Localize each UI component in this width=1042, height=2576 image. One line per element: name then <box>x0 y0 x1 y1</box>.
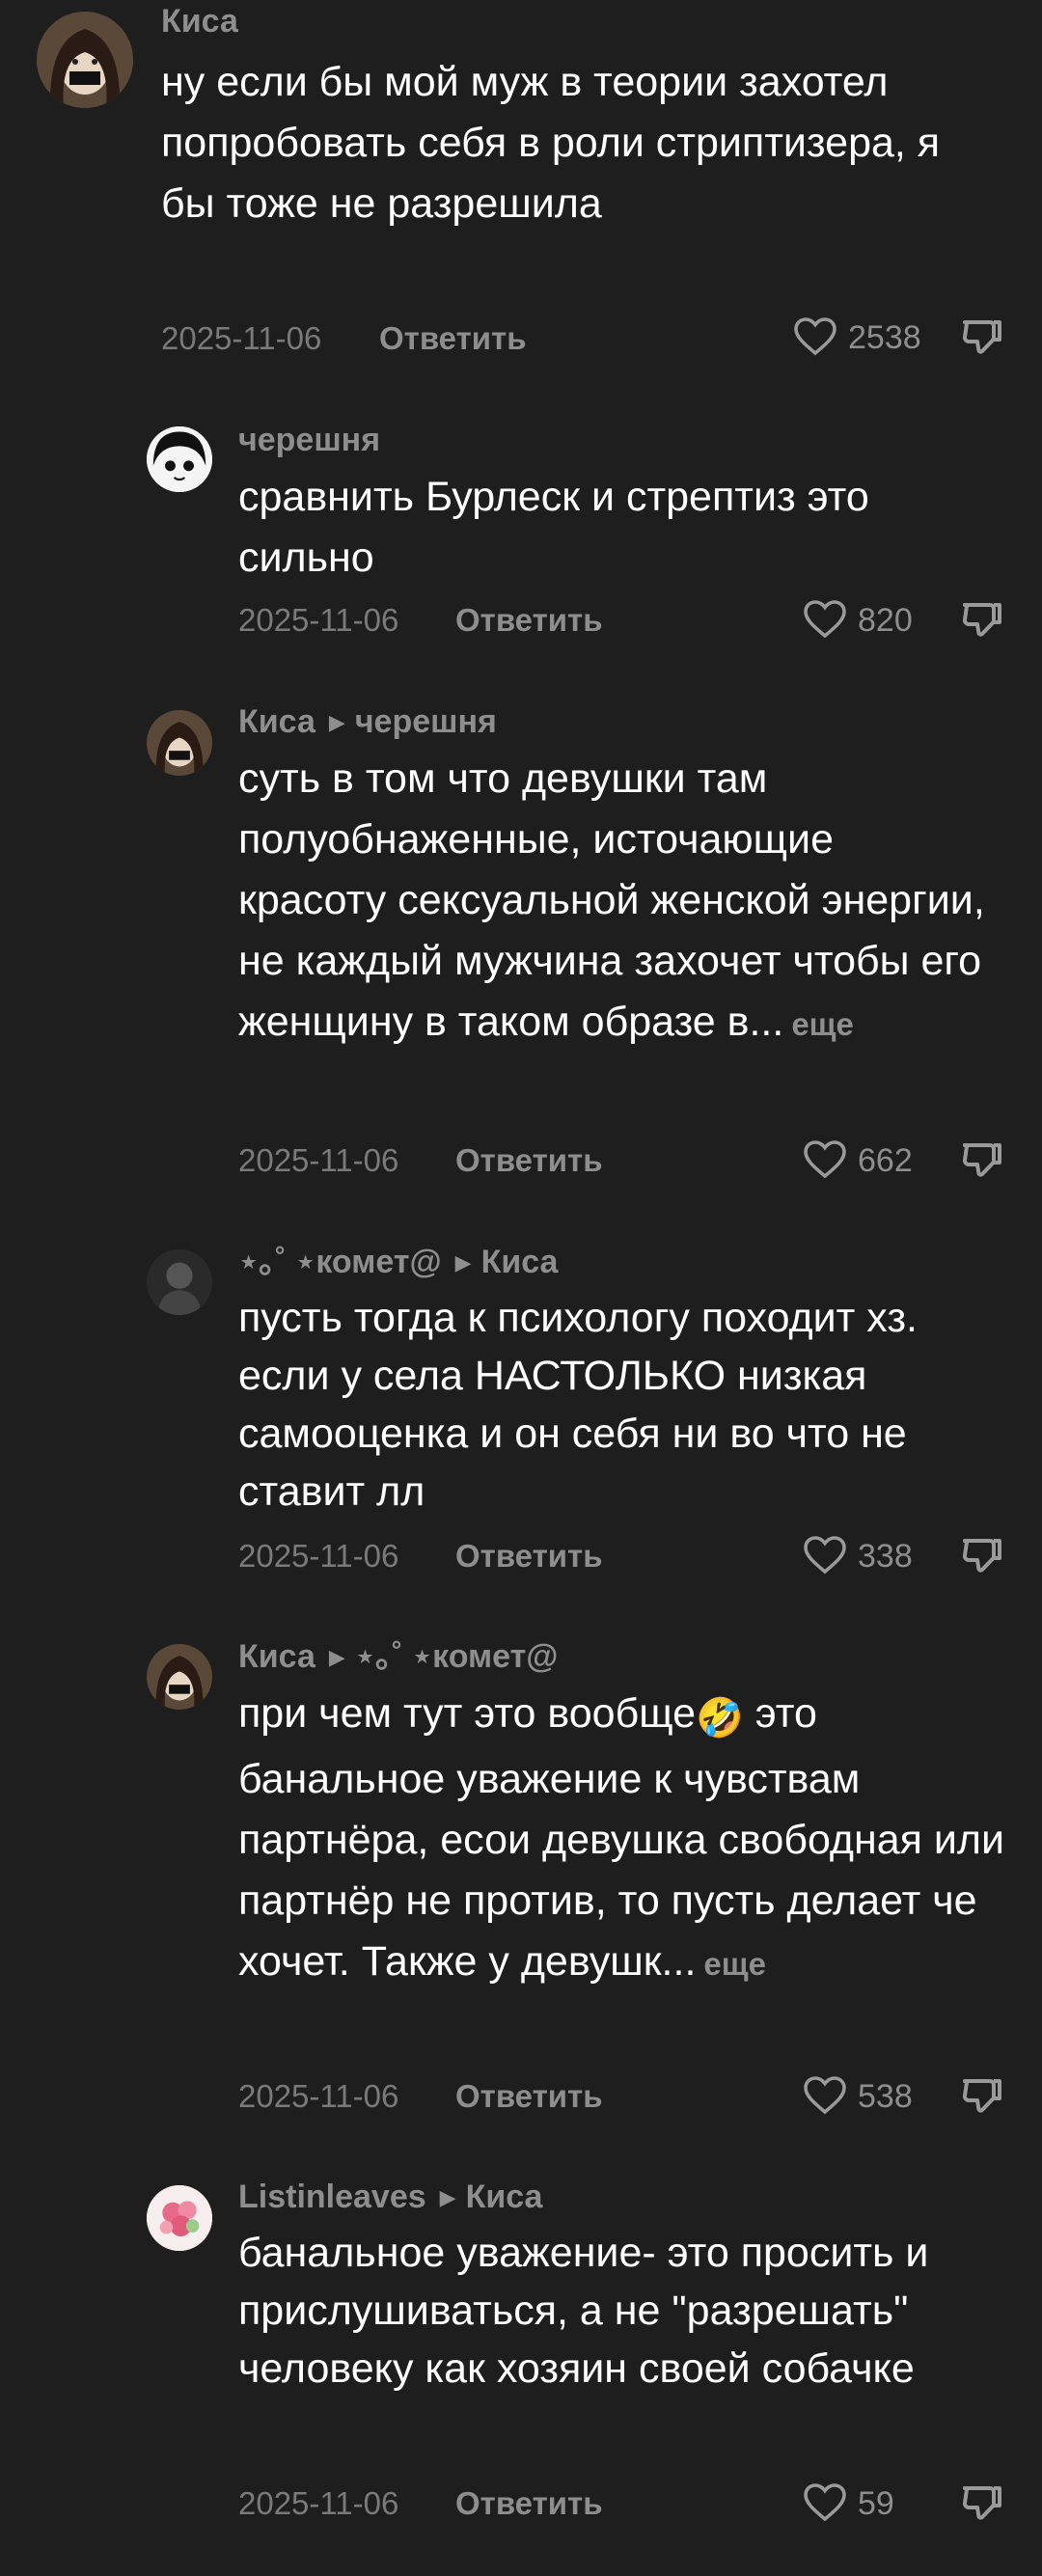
reply-to-name[interactable]: ⋆｡˚ ⋆комет@ <box>355 1638 559 1675</box>
heart-icon <box>802 2480 848 2528</box>
comment-text: при чем тут это вообще🤣 это банальное ув… <box>238 1684 1010 1994</box>
comment-date: 2025-11-06 <box>161 320 322 356</box>
thumbs-down-icon <box>959 1143 1005 1188</box>
comment-text: сравнить Бурлеск и стрептиз это сильно <box>238 474 869 581</box>
like-count: 820 <box>858 602 913 639</box>
like-count: 59 <box>858 2485 894 2522</box>
heart-icon <box>792 315 838 362</box>
thumbs-down-icon <box>959 603 1005 647</box>
like-button[interactable]: 538 <box>802 2073 913 2121</box>
like-button[interactable]: 2538 <box>792 315 921 362</box>
avatar[interactable] <box>147 2185 212 2251</box>
reply-button[interactable]: Ответить <box>455 1537 603 1576</box>
dislike-button[interactable] <box>959 2073 1005 2124</box>
comment-author: ⋆｡˚ ⋆комет@ ▶ Киса <box>238 1243 558 1282</box>
dislike-button[interactable] <box>959 597 1005 648</box>
comment-text: ну если бы мой муж в теории захотел попр… <box>161 59 941 227</box>
comment-author[interactable]: черешня <box>238 421 380 459</box>
comment-date: 2025-11-06 <box>238 1142 399 1178</box>
heart-icon <box>802 597 848 644</box>
comment-text: банальное уважение- это просить и прислу… <box>238 2230 929 2392</box>
comment-body: суть в том что девушки там полуобнаженны… <box>238 755 985 1045</box>
avatar[interactable] <box>37 12 133 108</box>
triangle-right-icon: ▶ <box>328 1645 345 1669</box>
avatar[interactable] <box>147 426 212 492</box>
author-name[interactable]: ⋆｡˚ ⋆комет@ <box>238 1244 442 1280</box>
like-count: 538 <box>858 2078 913 2115</box>
dislike-button[interactable] <box>959 2480 1005 2532</box>
thumbs-down-icon <box>959 2079 1005 2124</box>
thumbs-down-icon <box>959 320 1005 365</box>
like-button[interactable]: 338 <box>802 1533 913 1580</box>
comment-date: 2025-11-06 <box>238 602 399 638</box>
like-count: 662 <box>858 1142 913 1179</box>
reply-to-name[interactable]: черешня <box>355 703 497 740</box>
reply-button[interactable]: Ответить <box>455 2077 603 2116</box>
reply-to-name[interactable]: Киса <box>466 2179 543 2215</box>
author-name[interactable]: Listinleaves <box>238 2179 426 2215</box>
comment-author: Киса ▶ ⋆｡˚ ⋆комет@ <box>238 1637 558 1677</box>
dislike-button[interactable] <box>959 1533 1005 1584</box>
triangle-right-icon: ▶ <box>439 2185 456 2209</box>
comment-author: Киса ▶ черешня <box>238 702 497 742</box>
heart-icon <box>802 1533 848 1580</box>
like-count: 2538 <box>848 319 921 356</box>
author-name[interactable]: Киса <box>238 1638 315 1675</box>
triangle-right-icon: ▶ <box>328 710 345 734</box>
more-link[interactable]: еще <box>791 1006 854 1042</box>
comment-author: Listinleaves ▶ Киса <box>238 2178 542 2217</box>
reply-button[interactable]: Ответить <box>455 601 603 640</box>
reply-to-name[interactable]: Киса <box>481 1244 559 1280</box>
comment-body-start: при чем тут это вообще <box>238 1690 697 1737</box>
avatar[interactable] <box>147 710 212 776</box>
thumbs-down-icon <box>959 1539 1005 1583</box>
like-button[interactable]: 662 <box>802 1137 913 1185</box>
reply-button[interactable]: Ответить <box>455 1141 603 1180</box>
like-count: 338 <box>858 1538 913 1575</box>
comment-author[interactable]: Киса <box>161 2 238 41</box>
comment-date: 2025-11-06 <box>238 1538 399 1574</box>
comment-date: 2025-11-06 <box>238 2485 399 2521</box>
reply-button[interactable]: Ответить <box>455 2484 603 2523</box>
thumbs-down-icon <box>959 2486 1005 2531</box>
comment-text: пусть тогда к психологу походит хз. если… <box>238 1295 918 1515</box>
dislike-button[interactable] <box>959 1137 1005 1189</box>
comment-text: суть в том что девушки там полуобнаженны… <box>238 749 991 1055</box>
author-name[interactable]: Киса <box>238 703 315 740</box>
triangle-right-icon: ▶ <box>454 1250 472 1274</box>
heart-icon <box>802 2073 848 2121</box>
like-button[interactable]: 820 <box>802 597 913 644</box>
like-button[interactable]: 59 <box>802 2480 894 2528</box>
avatar[interactable] <box>147 1644 212 1710</box>
heart-icon <box>802 1137 848 1185</box>
comment-date: 2025-11-06 <box>238 2078 399 2114</box>
more-link[interactable]: еще <box>703 1946 766 1982</box>
dislike-button[interactable] <box>959 315 1005 366</box>
rofl-emoji: 🤣 <box>696 1697 744 1740</box>
avatar[interactable] <box>147 1249 212 1315</box>
reply-button[interactable]: Ответить <box>379 319 527 358</box>
